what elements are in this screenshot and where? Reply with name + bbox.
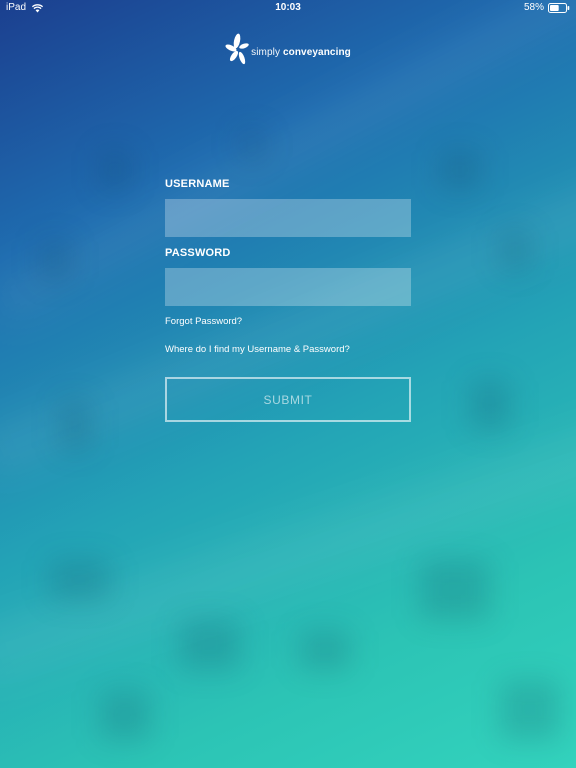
forgot-password-link[interactable]: Forgot Password? [165,316,411,327]
login-form: USERNAME PASSWORD Forgot Password? Where… [165,176,411,422]
logo-prefix: simply [251,47,281,58]
password-input[interactable] [165,268,411,306]
status-bar: iPad 10:03 58% [0,0,576,16]
battery-icon [548,3,570,13]
logo-name: conveyancing [282,47,351,58]
find-credentials-link[interactable]: Where do I find my Username & Password? [165,344,411,355]
status-right: 58% [524,0,570,16]
password-label: PASSWORD [165,247,231,259]
app-logo: simply conveyancing [0,33,576,72]
submit-button[interactable]: SUBMIT [165,377,411,422]
battery-percent: 58% [523,2,544,13]
flower-logo-icon [225,33,249,72]
username-input[interactable] [165,199,411,237]
status-time: 10:03 [275,2,301,13]
username-label: USERNAME [165,178,230,190]
logo-text: simply conveyancing [251,47,351,58]
